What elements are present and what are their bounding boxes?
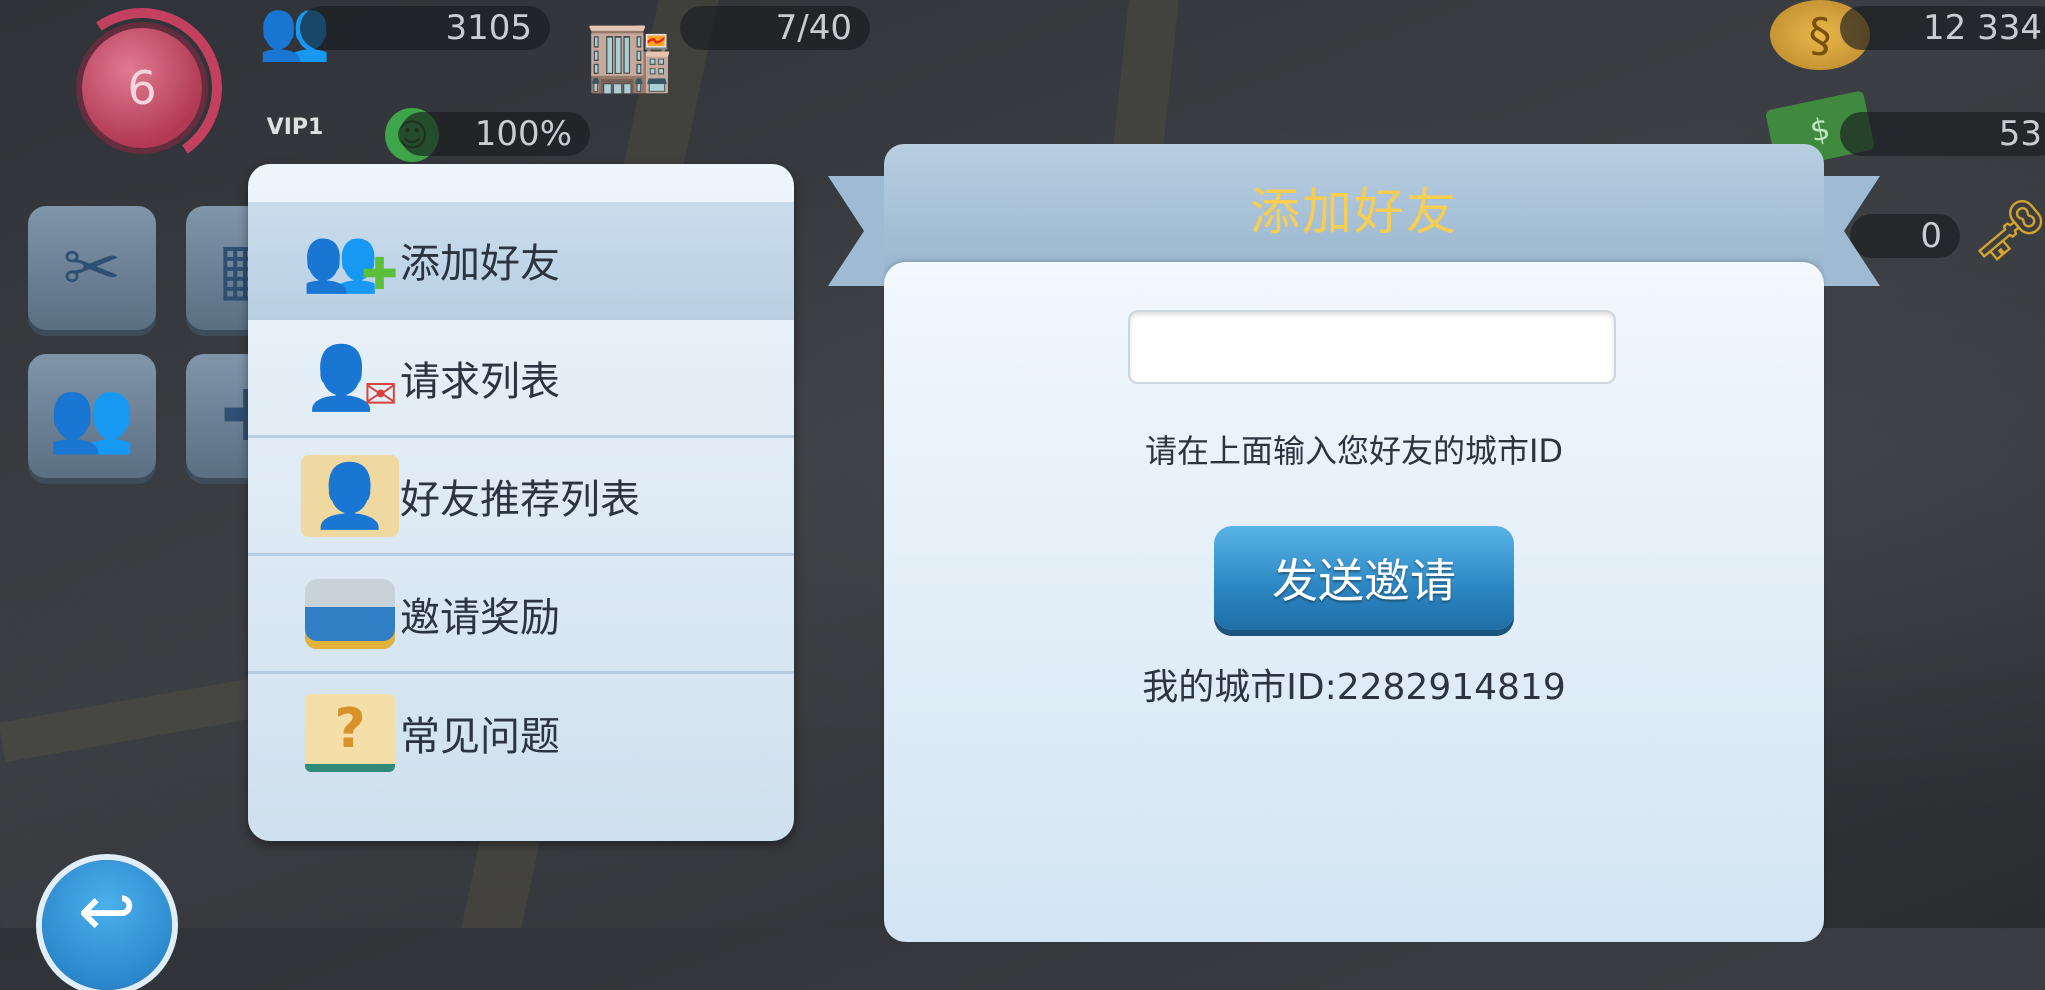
simoleons-counter[interactable]: 12 334 [1840,6,2045,50]
back-button[interactable]: ↩ [42,860,172,990]
vip-label: VIP1 [266,114,324,140]
menu-item-label: 好友推荐列表 [400,476,640,523]
keys-counter[interactable]: 0 [1850,214,1960,258]
menu-item-add-friend[interactable]: 👥 ✚ 添加好友 [248,202,794,320]
level-indicator[interactable]: 6 [20,0,235,181]
dialog-header: 添加好友 [884,144,1824,272]
population-counter[interactable]: 3105 [300,6,550,50]
friend-recommend-icon: 👤 [290,446,410,546]
friends-icon: 👥 [48,374,136,457]
friends-menu-panel: 👥 ✚ 添加好友 👤 ✉ 请求列表 👤 好友推荐列表 邀请奖励 ? 常见问题 [248,164,794,841]
background-road [0,677,262,763]
key-icon: 🗝 [1971,195,2045,266]
faq-book-icon: ? [290,683,410,783]
add-friend-dialog: 请在上面输入您好友的城市ID 发送邀请 我的城市ID:2282914819 [884,262,1824,942]
happiness-counter[interactable]: 100% [400,112,590,156]
menu-item-label: 请求列表 [400,358,560,405]
dialog-title: 添加好友 [1250,183,1458,241]
friend-request-icon: 👤 ✉ [302,340,398,418]
input-hint: 请在上面输入您好友的城市ID [1144,432,1564,470]
menu-item-label: 添加好友 [400,240,560,287]
wrench-screwdriver-icon: ✂ [62,227,122,309]
storage-icon: 🏬 [586,13,674,96]
vip-crown-icon[interactable]: VIP1 [245,92,345,162]
my-city-id: 我的城市ID:2282914819 [1142,667,1566,708]
send-invite-button[interactable]: 发送邀请 [1214,526,1514,630]
storage-counter[interactable]: 7/40 [680,6,870,50]
menu-item-invite-rewards[interactable]: 邀请奖励 [248,556,794,674]
add-friend-icon: 👥 ✚ [301,222,399,301]
menu-item-label: 邀请奖励 [400,594,560,641]
back-arrow-icon: ↩ [77,870,137,952]
simcash-counter[interactable]: 53 [1840,112,2045,156]
menu-item-request-list[interactable]: 👤 ✉ 请求列表 [248,320,794,438]
city-id-input[interactable] [1128,310,1616,384]
treasure-chest-icon [290,564,410,664]
menu-item-recommend-list[interactable]: 👤 好友推荐列表 [248,438,794,556]
menu-item-faq[interactable]: ? 常见问题 [248,674,794,792]
menu-item-label: 常见问题 [400,714,560,760]
build-tools-button[interactable]: ✂ [28,206,156,330]
friends-button[interactable]: 👥 [28,354,156,478]
level-badge: 6 [82,28,202,148]
